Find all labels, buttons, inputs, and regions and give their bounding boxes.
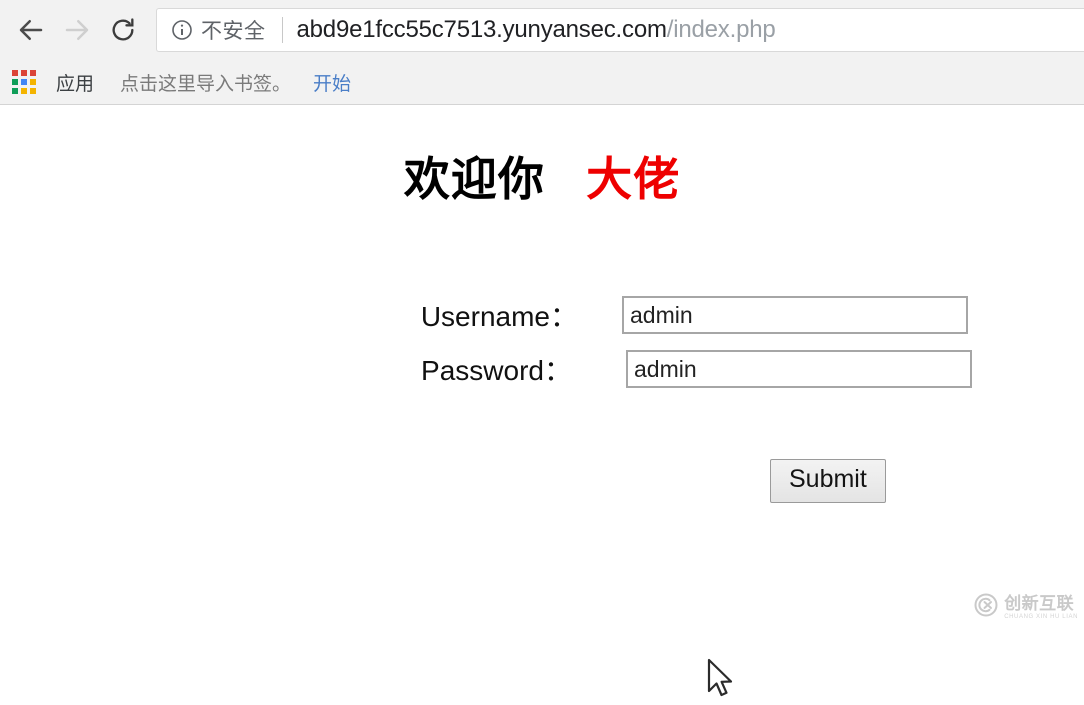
bookmark-import-hint: 点击这里导入书签。 — [120, 73, 292, 95]
forward-button[interactable] — [54, 7, 100, 53]
omnibox-divider — [281, 17, 283, 43]
password-row: Password： — [0, 349, 1084, 389]
url-path: /index.php — [666, 16, 776, 43]
apps-grid-icon[interactable] — [12, 70, 36, 94]
bookmark-start-link[interactable]: 开始 — [313, 69, 351, 96]
submit-button[interactable]: Submit — [770, 459, 886, 503]
watermark: 创新互联 CHUANG XIN HU LIAN — [973, 592, 1078, 623]
apps-grid-cell — [30, 88, 36, 94]
password-label: Password： — [421, 355, 572, 386]
welcome-highlight-text: 大佬 — [586, 153, 681, 205]
username-input[interactable] — [622, 296, 968, 334]
url-text: abd9e1fcc55c7513.yunyansec.com/index.php — [297, 16, 776, 44]
apps-grid-cell — [21, 88, 27, 94]
reload-icon — [109, 16, 137, 44]
bookmarks-bar: 应用 点击这里导入书签。 开始 — [0, 60, 1084, 105]
arrow-left-icon — [16, 15, 46, 45]
url-domain: abd9e1fcc55c7513.yunyansec.com — [296, 16, 667, 43]
welcome-heading: 欢迎你 大佬 — [0, 143, 1084, 209]
security-status-label: 不安全 — [201, 20, 266, 43]
apps-grid-cell — [12, 88, 18, 94]
watermark-text: 创新互联 CHUANG XIN HU LIAN — [1004, 595, 1078, 620]
welcome-prefix-text: 欢迎你 — [403, 153, 545, 205]
apps-grid-cell — [21, 70, 27, 76]
submit-row: Submit — [0, 459, 1084, 503]
chuangxin-hulian-logo-icon — [973, 592, 999, 623]
mouse-pointer-icon — [706, 658, 738, 700]
apps-grid-cell — [12, 79, 18, 85]
info-circle-icon[interactable] — [169, 17, 195, 43]
apps-grid-cell — [21, 79, 27, 85]
browser-toolbar: 不安全 abd9e1fcc55c7513.yunyansec.com/index… — [0, 0, 1084, 60]
username-label: Username： — [420, 301, 578, 332]
watermark-cn-text: 创新互联 — [1004, 594, 1075, 613]
login-form: Username： Password： — [0, 295, 1084, 397]
password-input[interactable] — [626, 350, 972, 388]
browser-chrome: 不安全 abd9e1fcc55c7513.yunyansec.com/index… — [0, 0, 1084, 105]
arrow-right-icon — [62, 15, 92, 45]
username-row: Username： — [0, 295, 1084, 335]
address-bar[interactable]: 不安全 abd9e1fcc55c7513.yunyansec.com/index… — [156, 8, 1084, 52]
reload-button[interactable] — [100, 7, 146, 53]
back-button[interactable] — [8, 7, 54, 53]
apps-grid-cell — [30, 70, 36, 76]
apps-grid-cell — [12, 70, 18, 76]
bookmark-apps-label[interactable]: 应用 — [56, 69, 94, 96]
watermark-pinyin-text: CHUANG XIN HU LIAN — [1004, 614, 1078, 620]
page-content: 欢迎你 大佬 Username： Password： Submit 创新 — [0, 105, 1084, 697]
apps-grid-cell — [30, 79, 36, 85]
